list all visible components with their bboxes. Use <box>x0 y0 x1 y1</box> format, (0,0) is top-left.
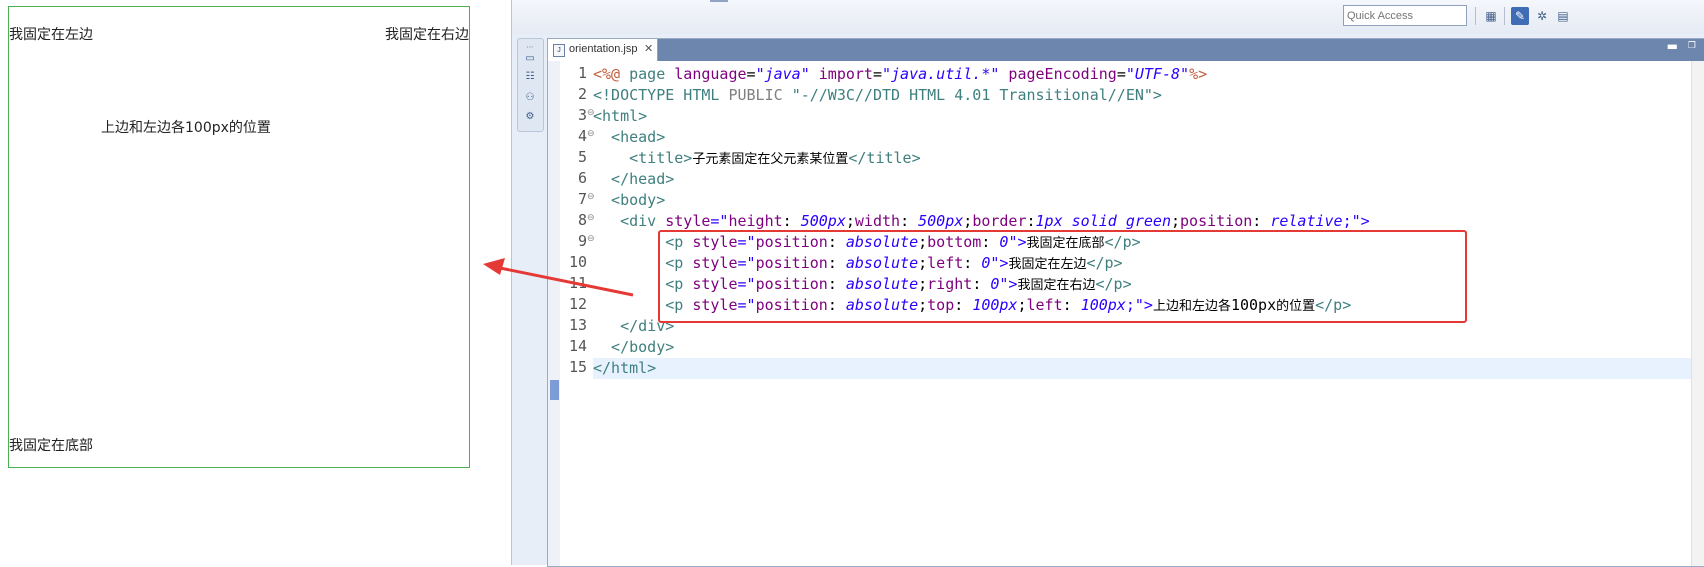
preview-left-text: 我固定在左边 <box>9 27 93 43</box>
arrow-head-icon <box>483 258 505 275</box>
quick-access-input[interactable] <box>1343 5 1467 26</box>
rendered-page-preview: 我固定在左边 我固定在右边 上边和左边各100px的位置 我固定在底部 <box>8 6 470 468</box>
line-number: 2 <box>577 85 587 103</box>
current-line-marker <box>550 380 559 400</box>
java-ee-perspective-icon[interactable]: ✎ <box>1511 7 1529 25</box>
line-number: 10 <box>568 253 587 271</box>
preview-bottom-text: 我固定在底部 <box>9 438 93 454</box>
line-number: 9 <box>577 232 587 250</box>
java-perspective-icon[interactable]: ▤ <box>1554 7 1572 25</box>
line-number: 13 <box>568 316 587 334</box>
line-number: 11 <box>568 274 587 292</box>
restore-icon[interactable]: ▭ <box>523 52 537 66</box>
line-number: 12 <box>568 295 587 313</box>
toolbar-indicator <box>710 0 728 2</box>
main-toolbar: ▦ ✎ ✲ ▤ <box>512 0 1704 34</box>
code-line-5: <title>子元素固定在父元素某位置</title> <box>593 149 921 167</box>
tab-orientation-jsp[interactable]: J orientation.jsp ✕ <box>548 39 658 61</box>
preview-positioned-text: 上边和左边各100px的位置 <box>101 120 271 136</box>
line-number: 8 <box>577 211 587 229</box>
toolbar-separator <box>1504 7 1505 25</box>
code-line-6: </head> <box>593 170 675 188</box>
code-line-14: </body> <box>593 338 675 356</box>
code-line-1: <%@ page language="java" import="java.ut… <box>593 65 1208 83</box>
code-line-3: <html> <box>593 107 648 125</box>
jsp-file-icon: J <box>553 44 565 57</box>
line-number: 7 <box>577 190 587 208</box>
code-line-7: <body> <box>593 191 666 209</box>
open-perspective-icon[interactable]: ▦ <box>1482 7 1500 25</box>
code-line-15: </html> <box>593 359 657 377</box>
close-icon[interactable]: ✕ <box>644 42 653 55</box>
annotation-highlight-box <box>658 230 1467 323</box>
current-line-highlight <box>593 358 1692 379</box>
debug-perspective-icon[interactable]: ✲ <box>1533 7 1551 25</box>
tab-label: orientation.jsp <box>569 43 638 55</box>
minimize-icon[interactable]: ▬ <box>1667 39 1678 53</box>
line-number: 15 <box>568 358 587 376</box>
code-line-8: <div style="height: 500px;width: 500px;b… <box>593 212 1370 230</box>
outline-view-icon[interactable]: ☷ <box>523 70 537 84</box>
navigator-view-icon[interactable]: ⚙ <box>523 110 537 124</box>
line-number: 1 <box>577 64 587 82</box>
line-number-gutter: 1 2 3 4 5 6 7 8 9 10 11 12 13 14 15 ⊖ ⊖ … <box>560 61 595 566</box>
line-number: 14 <box>568 337 587 355</box>
line-number: 5 <box>577 148 587 166</box>
toolbar-separator <box>1475 7 1476 25</box>
line-number: 4 <box>577 127 587 145</box>
line-number: 6 <box>577 169 587 187</box>
preview-right-text: 我固定在右边 <box>385 27 469 43</box>
code-line-2: <!DOCTYPE HTML PUBLIC "-//W3C//DTD HTML … <box>593 86 1162 104</box>
editor-tab-bar: J orientation.jsp ✕ ▬ ❐ <box>548 39 1704 61</box>
line-number: 3 <box>577 106 587 124</box>
maximize-icon[interactable]: ❐ <box>1688 41 1696 51</box>
side-view-rail: ⋯ ▭ ☷ ⚇ ⚙ <box>517 38 544 132</box>
code-line-4: <head> <box>593 128 666 146</box>
vertical-scrollbar[interactable] <box>1691 61 1704 566</box>
hierarchy-view-icon[interactable]: ⚇ <box>523 91 537 105</box>
